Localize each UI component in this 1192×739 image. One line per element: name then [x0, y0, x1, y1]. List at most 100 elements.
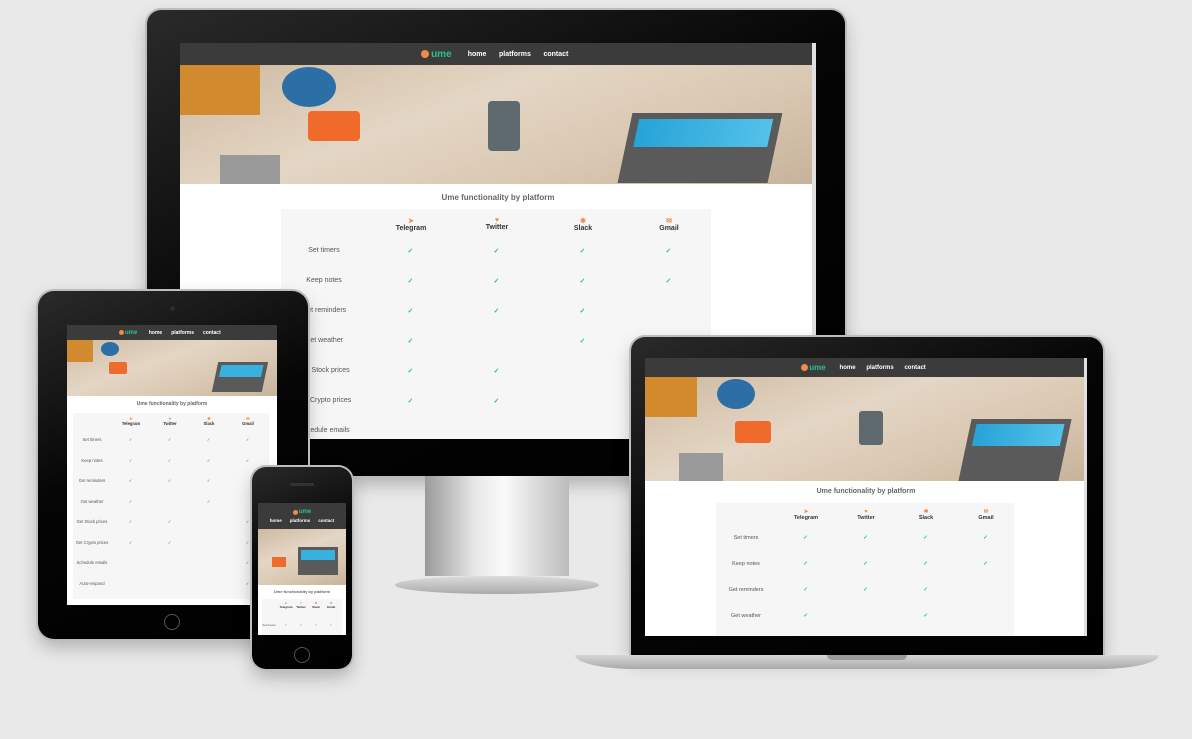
check-icon: ✓: [128, 519, 133, 524]
check-icon: ✓: [245, 560, 250, 565]
laptop-image-shape: [298, 547, 338, 575]
check-icon: ✓: [407, 398, 414, 405]
keyboard-image-shape: [220, 155, 280, 184]
check-icon: ✓: [579, 308, 586, 315]
check-icon: ✓: [983, 535, 988, 541]
logo-dot-icon: [421, 50, 430, 58]
check-icon: ✓: [206, 457, 211, 463]
check-icon: ✓: [407, 338, 414, 345]
check-icon: ✓: [863, 535, 868, 541]
logo-dot-icon: [118, 330, 124, 335]
laptop-screen: ume home platforms contact Ume functiona…: [645, 358, 1087, 636]
check-icon: ✓: [245, 457, 250, 463]
logo[interactable]: ume: [800, 363, 826, 372]
check-icon: ✓: [803, 587, 808, 593]
platform-header-slack: ✱ Slack: [309, 601, 324, 609]
bowl-image-shape: [282, 67, 336, 107]
check-icon: ✓: [128, 478, 133, 483]
top-nav: ume home platforms contact: [67, 325, 277, 340]
phone-image-shape: [308, 111, 360, 141]
check-icon: ✓: [167, 457, 172, 463]
logo-text: ume: [809, 363, 826, 372]
page-title: Ume functionality by platform: [441, 193, 555, 202]
drive-image-shape: [859, 411, 883, 445]
logo[interactable]: ume: [118, 329, 138, 336]
nav-platforms[interactable]: platforms: [499, 51, 531, 58]
logo-text: ume: [431, 48, 452, 60]
hero-image: [180, 65, 816, 184]
logo[interactable]: ume: [292, 509, 311, 515]
logo-text: ume: [125, 329, 138, 336]
notebook-image-shape: [645, 377, 697, 417]
platform-header-twitter: ♥ Twitter: [454, 217, 540, 231]
check-icon: ✓: [493, 278, 500, 285]
functionality-table: ➤ Telegram ♥ Twitter ✱ Slack ✉ Gmail Set timers ✓…: [716, 503, 1014, 636]
phone-image-shape: [735, 421, 771, 443]
hero-image: [258, 529, 346, 585]
check-icon: ✓: [579, 278, 586, 285]
page-title: Ume functionality by platform: [136, 401, 208, 407]
platform-header-slack: ✱ Slack: [190, 416, 229, 426]
phone-screen: ume home platforms contact Ume functiona…: [258, 503, 346, 635]
platform-label: Twitter: [296, 605, 306, 609]
feature-label: Keep notes: [306, 277, 342, 284]
check-icon: ✓: [493, 308, 500, 315]
tablet-camera: [170, 306, 175, 311]
top-nav: ume home platforms contact: [258, 503, 346, 529]
check-icon: ✓: [245, 437, 250, 442]
platform-header-gmail: ✉ Gmail: [956, 509, 1016, 521]
feature-label: Get Crypto prices: [75, 539, 109, 545]
platform-label: Twitter: [163, 421, 177, 426]
nav-home[interactable]: home: [840, 365, 856, 371]
platform-label: Gmail: [242, 421, 254, 426]
top-nav: ume home platforms contact: [645, 358, 1087, 377]
nav-contact[interactable]: contact: [543, 51, 568, 58]
top-nav: ume home platforms contact: [180, 43, 816, 65]
nav-contact[interactable]: contact: [203, 330, 221, 336]
tablet-home-button[interactable]: [164, 614, 180, 630]
feature-label: Set timers: [82, 437, 102, 442]
platform-header-twitter: ♥ Twitter: [294, 601, 309, 609]
platform-header-telegram: ➤ Telegram: [368, 217, 454, 232]
check-icon: ✓: [493, 368, 500, 375]
laptop-image-shape: [617, 113, 783, 183]
laptop-notch: [827, 655, 907, 660]
check-icon: ✓: [206, 478, 211, 483]
platform-header-gmail: ✉ Gmail: [229, 416, 268, 426]
check-icon: ✓: [167, 539, 172, 545]
check-icon: ✓: [407, 248, 414, 255]
nav-home[interactable]: home: [468, 51, 487, 58]
check-icon: ✓: [863, 561, 868, 567]
check-icon: ✓: [206, 498, 211, 504]
tablet-screen: ume home platforms contact Ume functiona…: [67, 325, 277, 605]
check-icon: ✓: [803, 613, 808, 619]
logo[interactable]: ume: [421, 48, 452, 60]
scrollbar[interactable]: [1084, 358, 1087, 636]
platform-label: Twitter: [485, 224, 509, 231]
phone-home-button[interactable]: [294, 647, 310, 663]
hero-image: [67, 340, 277, 396]
platform-header-twitter: ♥ Twitter: [836, 509, 896, 521]
platform-label: Slack: [312, 605, 320, 609]
nav-home[interactable]: home: [149, 330, 162, 336]
check-icon: ✓: [803, 561, 808, 567]
functionality-table: ➤ Telegram ♥ Twitter ✱ Slack ✉ Gmail Set timers ✓…: [73, 413, 269, 599]
feature-label: Keep notes: [81, 457, 103, 463]
nav-contact[interactable]: contact: [318, 518, 334, 523]
platform-header-slack: ✱ Slack: [896, 509, 956, 521]
check-icon: ✓: [167, 478, 172, 483]
keyboard-image-shape: [679, 453, 723, 481]
check-icon: ✓: [665, 278, 672, 285]
twitter-icon: ♥: [494, 217, 500, 224]
nav-home[interactable]: home: [270, 518, 282, 523]
check-icon: ✓: [407, 278, 414, 285]
nav-platforms[interactable]: platforms: [290, 518, 311, 523]
platform-label: Slack: [918, 515, 934, 521]
nav-platforms[interactable]: platforms: [171, 330, 194, 336]
feature-label: Set timers: [733, 535, 759, 541]
nav-platforms[interactable]: platforms: [866, 365, 893, 371]
nav-contact[interactable]: contact: [904, 365, 925, 371]
check-icon: ✓: [128, 539, 133, 545]
phone-speaker: [290, 483, 314, 486]
check-icon: ✓: [493, 398, 500, 405]
